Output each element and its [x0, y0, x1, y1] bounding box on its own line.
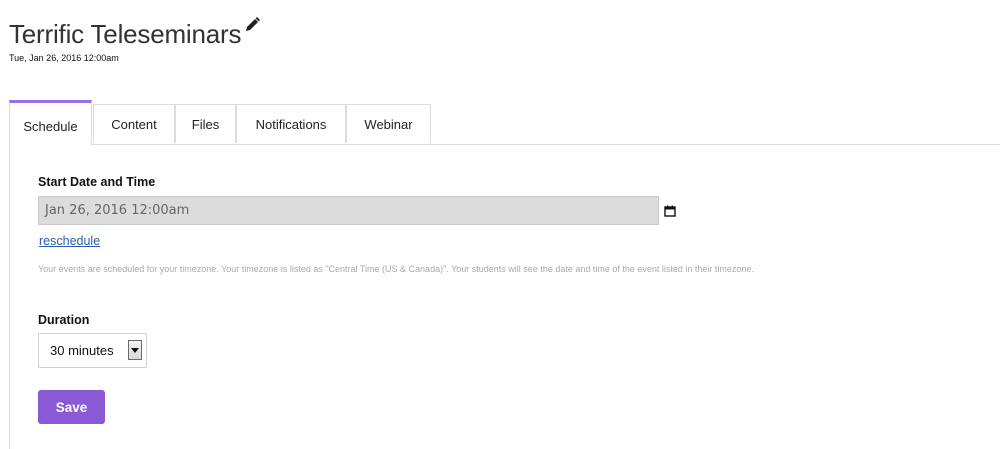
duration-select[interactable]: 30 minutes [38, 333, 147, 368]
panel-left-border [9, 144, 10, 449]
calendar-icon[interactable] [664, 204, 676, 217]
page-header: Terrific Teleseminars Tue, Jan 26, 2016 … [9, 16, 261, 63]
tab-webinar[interactable]: Webinar [346, 104, 431, 143]
tab-content[interactable]: Content [93, 104, 175, 143]
start-date-input[interactable]: Jan 26, 2016 12:00am [38, 196, 659, 225]
tab-notifications[interactable]: Notifications [236, 104, 346, 143]
chevron-down-icon[interactable] [128, 340, 142, 360]
title-row: Terrific Teleseminars [9, 16, 261, 50]
event-datetime: Tue, Jan 26, 2016 12:00am [9, 53, 119, 63]
duration-label: Duration [38, 313, 90, 327]
page-title: Terrific Teleseminars [9, 19, 242, 49]
timezone-help-text: Your events are scheduled for your timez… [38, 264, 754, 274]
duration-value: 30 minutes [50, 343, 114, 358]
start-date-label: Start Date and Time [38, 175, 156, 189]
pencil-icon[interactable] [243, 16, 261, 34]
save-button[interactable]: Save [38, 390, 105, 424]
tab-schedule[interactable]: Schedule [9, 100, 92, 145]
tab-files[interactable]: Files [175, 104, 236, 143]
tab-bar: Schedule Content Files Notifications Web… [9, 100, 1000, 145]
reschedule-link[interactable]: reschedule [39, 234, 100, 248]
start-date-value: Jan 26, 2016 12:00am [45, 203, 190, 218]
